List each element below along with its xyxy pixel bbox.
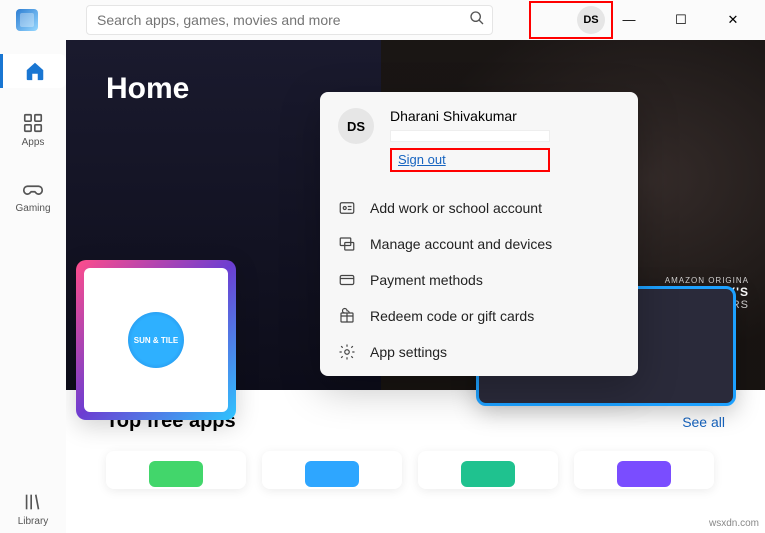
minimize-button[interactable]: — <box>613 12 645 28</box>
sidebar-label-apps: Apps <box>22 137 45 148</box>
maximize-button[interactable]: ☐ <box>665 12 697 28</box>
menu-payment-methods[interactable]: Payment methods <box>320 262 638 298</box>
menu-redeem-code[interactable]: Redeem code or gift cards <box>320 298 638 334</box>
sidebar-label-gaming: Gaming <box>15 203 50 214</box>
app-tile[interactable] <box>574 451 714 489</box>
title-bar: DS — ☐ ✕ <box>0 0 765 40</box>
watermark: wsxdn.com <box>709 518 759 529</box>
user-name: Dharani Shivakumar <box>390 108 550 124</box>
sign-out-link[interactable]: Sign out <box>395 150 449 169</box>
search-input[interactable] <box>86 5 493 35</box>
store-app-icon <box>16 9 38 31</box>
sidebar-item-apps[interactable]: Apps <box>0 106 66 154</box>
search-container <box>86 5 493 35</box>
main-content: Home AMAZON ORIGINA TOM CLANCY'S WITHOUT… <box>66 40 765 533</box>
sign-out-highlight: Sign out <box>390 148 550 172</box>
sidebar: Apps Gaming Library <box>0 40 66 533</box>
avatar: DS <box>338 108 374 144</box>
menu-manage-account[interactable]: Manage account and devices <box>320 226 638 262</box>
close-button[interactable]: ✕ <box>717 12 749 28</box>
app-tile[interactable] <box>262 451 402 489</box>
hero-card-left[interactable]: SUN & TILE <box>76 260 236 420</box>
sidebar-label-library: Library <box>18 516 49 527</box>
profile-button[interactable]: DS <box>577 6 605 34</box>
user-email-masked <box>390 130 550 142</box>
app-tile[interactable] <box>418 451 558 489</box>
sidebar-item-library[interactable]: Library <box>0 485 66 533</box>
sidebar-item-home[interactable] <box>0 54 66 88</box>
app-tile[interactable] <box>106 451 246 489</box>
window-controls: — ☐ ✕ <box>613 12 757 28</box>
search-icon[interactable] <box>469 10 485 31</box>
menu-add-work-account[interactable]: Add work or school account <box>320 190 638 226</box>
menu-app-settings[interactable]: App settings <box>320 334 638 370</box>
see-all-link[interactable]: See all <box>682 414 725 430</box>
account-dropdown: DS Dharani Shivakumar Sign out Add work … <box>320 92 638 376</box>
sidebar-item-gaming[interactable]: Gaming <box>0 172 66 220</box>
profile-button-highlight: DS <box>529 1 613 39</box>
